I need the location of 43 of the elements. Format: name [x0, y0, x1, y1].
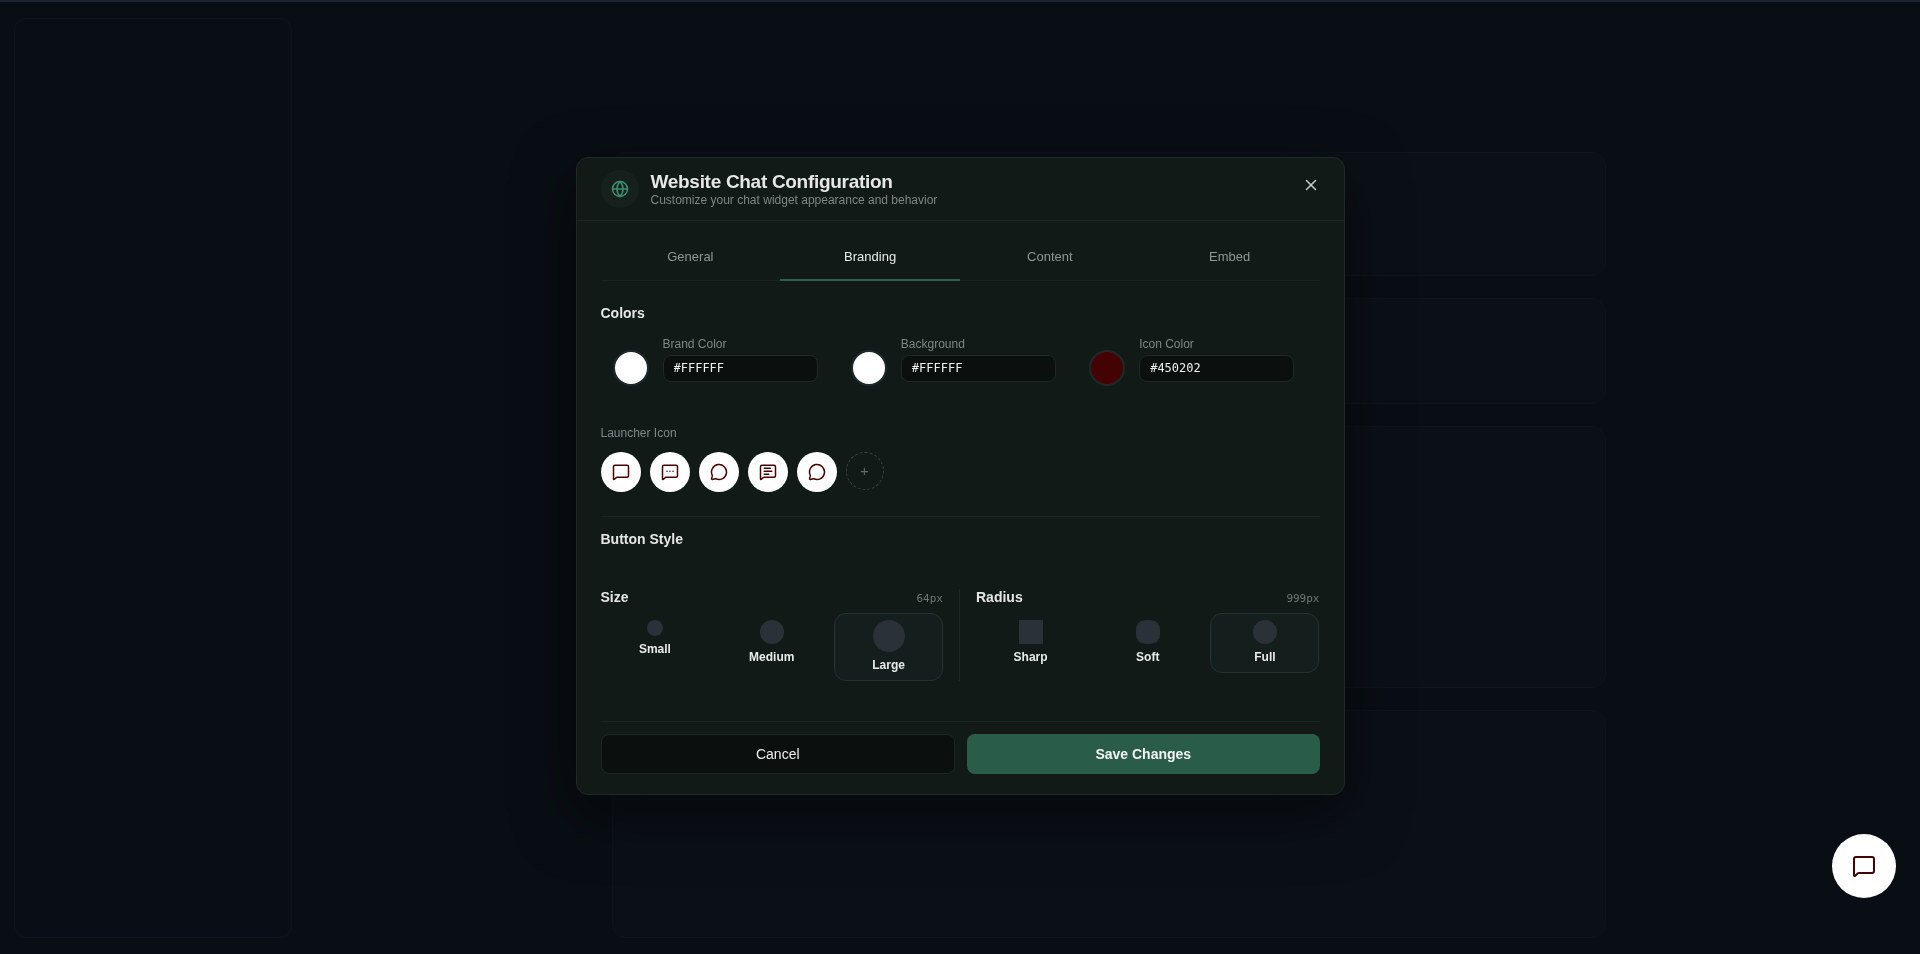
tab[interactable]: General	[600, 234, 781, 281]
launcher-icon-option[interactable]	[698, 451, 739, 492]
shape-preview-icon	[1135, 619, 1160, 644]
section-heading: Colors	[600, 304, 646, 321]
dialog-subtitle: Customize your chat widget appearance and behavior	[650, 192, 938, 207]
tab[interactable]: Content	[960, 234, 1140, 281]
shape-preview-icon	[872, 619, 905, 652]
shape-preview-icon	[1252, 619, 1277, 644]
field-label: Launcher Icon	[600, 425, 678, 440]
color-swatch[interactable]	[850, 349, 887, 386]
style-option[interactable]: Soft	[1093, 612, 1203, 673]
option-group-label: Size	[600, 588, 629, 605]
option-group-label: Radius	[976, 588, 1023, 605]
style-option[interactable]: Small	[600, 612, 710, 665]
launcher-icon-option[interactable]	[796, 451, 837, 492]
cancel-button[interactable]: Cancel	[600, 733, 955, 774]
dialog-title: Website Chat Configuration	[650, 170, 894, 193]
field-label: Icon Color	[1139, 336, 1195, 351]
color-swatch[interactable]	[1089, 349, 1126, 386]
tab[interactable]: Branding	[780, 234, 960, 281]
message-dots-icon	[660, 462, 679, 481]
field-label: Background	[900, 336, 966, 351]
color-input[interactable]: #FFFFFF	[900, 354, 1056, 382]
style-option[interactable]: Medium	[717, 612, 827, 673]
style-option[interactable]: Large	[834, 612, 943, 681]
launcher-icon-option[interactable]	[600, 451, 641, 492]
option-value: 999px	[1286, 591, 1320, 605]
launcher-icon-option[interactable]	[747, 451, 788, 492]
shape-preview-icon	[646, 619, 663, 636]
message-text-icon	[758, 462, 777, 481]
shape-preview-icon	[759, 619, 784, 644]
color-swatch[interactable]	[612, 349, 649, 386]
style-option[interactable]: Sharp	[976, 612, 1086, 673]
color-input[interactable]: #450202	[1139, 354, 1295, 382]
section-heading: Button Style	[600, 530, 684, 547]
shape-preview-icon	[1018, 619, 1043, 644]
save-button[interactable]: Save Changes	[967, 733, 1320, 774]
option-value: 64px	[916, 591, 943, 605]
field-label: Brand Color	[662, 336, 728, 351]
style-option[interactable]: Full	[1210, 612, 1320, 673]
tab[interactable]: Embed	[1139, 234, 1320, 281]
color-input[interactable]: #FFFFFF	[662, 354, 818, 382]
launcher-icon-option[interactable]	[649, 451, 690, 492]
